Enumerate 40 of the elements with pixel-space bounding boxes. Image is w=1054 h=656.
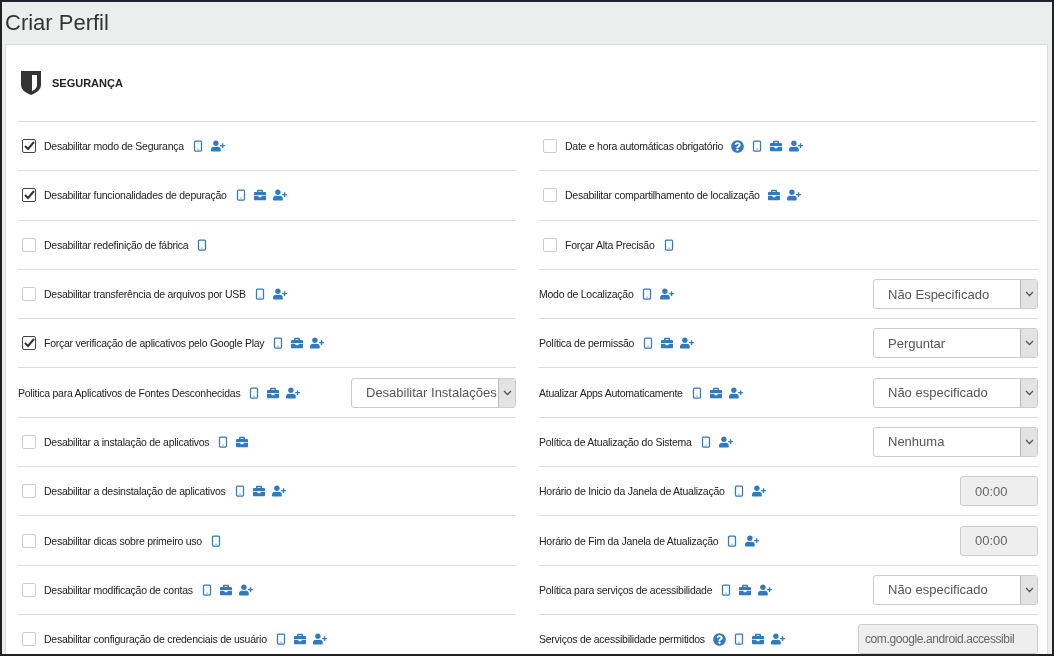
setting-label: Horário de Fim da Janela de Atualização [539, 534, 719, 547]
setting-label: Desabilitar compartilhamento de localização [565, 189, 760, 202]
setting-label: Atualizar Apps Automaticamente [539, 386, 683, 399]
chevron-icon [1024, 340, 1034, 347]
dropdown[interactable]: Nenhuma [873, 426, 1038, 457]
chevron-icon [1024, 438, 1034, 445]
setting-label: Política de permissão [539, 337, 635, 350]
dropdown[interactable]: Não especificado [873, 574, 1038, 605]
chevron-icon [1024, 389, 1034, 396]
shield-icon [20, 70, 42, 96]
setting-label: Desabilitar modo de Segurança [44, 140, 184, 153]
chevron-icon [1024, 291, 1034, 298]
dropdown[interactable]: Desabilitar Instalações [351, 377, 516, 408]
setting-label: Desabilitar a desinstalação de aplicativos [44, 485, 226, 498]
checkbox[interactable] [22, 188, 36, 203]
setting-label: Desabilitar dicas sobre primeiro uso [44, 534, 202, 547]
checkbox[interactable] [22, 336, 36, 351]
setting-label: Desabilitar modificação de contas [44, 583, 193, 596]
setting-label: Política de Atualização do Sistema [539, 435, 692, 448]
setting-label: Desabilitar transferência de arquivos por USB [44, 288, 246, 301]
checkbox[interactable] [22, 139, 36, 154]
chevron-icon [1024, 586, 1034, 593]
chevron-icon [502, 389, 512, 396]
setting-label: Date e hora automáticas obrigatório [565, 140, 724, 153]
setting-label: Serviços de acessibilidade permitidos [539, 633, 705, 646]
setting-label: Politica para Aplicativos de Fontes Desconhecidas [18, 386, 241, 399]
setting-label: Desabilitar funcionalidades de depuração [44, 189, 227, 202]
dropdown[interactable]: Não Especificado [873, 279, 1038, 310]
page-title: Criar Perfil [5, 10, 109, 36]
setting-label: Forçar verificação de aplicativos pelo Google Play [44, 337, 265, 350]
dropdown[interactable]: Não especificado [873, 377, 1038, 408]
section-title: SEGURANÇA [52, 77, 123, 89]
setting-label: Modo de Localização [539, 288, 634, 301]
dropdown[interactable]: Perguntar [873, 328, 1038, 359]
setting-label: Desabilitar configuração de credenciais de usuário [44, 633, 267, 646]
setting-label: Política para serviços de acessibilidade [539, 583, 713, 596]
setting-label: Desabilitar a instalação de aplicativos [44, 435, 210, 448]
setting-label: Desabilitar redefinição de fábrica [44, 238, 189, 251]
setting-label: Forçar Alta Precisão [565, 238, 655, 251]
setting-label: Horário de Inicio da Janela de Atualização [539, 485, 725, 498]
